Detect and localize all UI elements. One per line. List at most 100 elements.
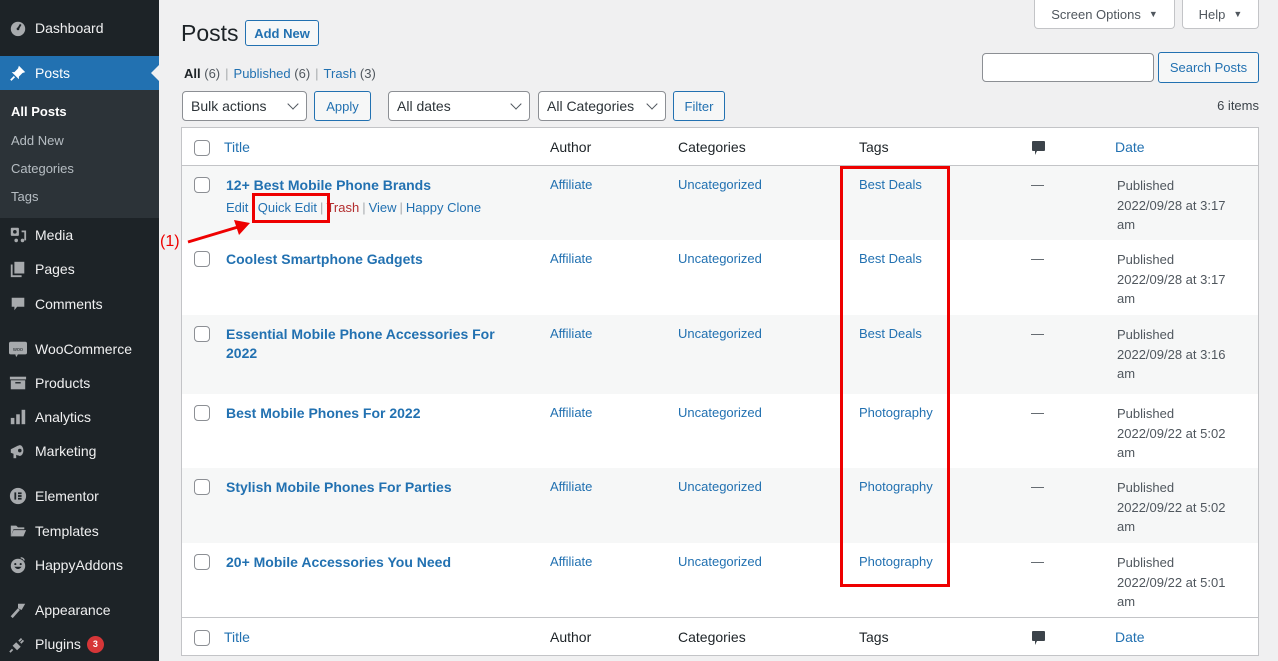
author-link[interactable]: Affiliate: [550, 554, 592, 569]
select-all-checkbox-footer[interactable]: [194, 630, 210, 646]
categories-filter-select[interactable]: All Categories: [538, 91, 666, 121]
sidebar-item-posts[interactable]: Posts: [0, 56, 159, 90]
category-link[interactable]: Uncategorized: [678, 251, 762, 266]
sidebar-item-media[interactable]: Media: [0, 218, 159, 252]
sidebar-item-plugins[interactable]: Plugins 3: [0, 627, 159, 661]
select-all-checkbox[interactable]: [194, 140, 210, 156]
posts-table: Title Author Categories Tags Date 12+ Be…: [181, 127, 1259, 656]
comment-count: —: [1031, 405, 1044, 420]
comment-bubble-icon: [1031, 140, 1046, 159]
dates-filter-select[interactable]: All dates: [388, 91, 530, 121]
comment-count: —: [1031, 554, 1044, 569]
sidebar-item-woocommerce[interactable]: woo WooCommerce: [0, 332, 159, 366]
media-icon: [8, 225, 28, 245]
archive-box-icon: [8, 373, 28, 393]
tags-highlight-box: [840, 166, 950, 587]
sidebar-item-marketing[interactable]: Marketing: [0, 434, 159, 468]
category-link[interactable]: Uncategorized: [678, 177, 762, 192]
sidebar-item-elementor[interactable]: Elementor: [0, 479, 159, 513]
column-title-sort[interactable]: Title: [224, 139, 250, 155]
column-author-footer: Author: [550, 629, 592, 645]
post-date: Published 2022/09/28 at 3:16 am: [1117, 325, 1252, 384]
category-link[interactable]: Uncategorized: [678, 554, 762, 569]
sidebar-item-comments[interactable]: Comments: [0, 287, 159, 321]
row-checkbox[interactable]: [194, 251, 210, 267]
author-link[interactable]: Affiliate: [550, 251, 592, 266]
caret-down-icon: ▼: [1148, 9, 1158, 19]
post-title-link[interactable]: Coolest Smartphone Gadgets: [226, 250, 516, 269]
category-link[interactable]: Uncategorized: [678, 326, 762, 341]
apply-button[interactable]: Apply: [314, 91, 371, 121]
page-title: Posts: [181, 20, 239, 46]
post-datetime: 2022/09/22 at 5:02: [1117, 425, 1226, 441]
post-status: Published: [1117, 406, 1175, 421]
category-link[interactable]: Uncategorized: [678, 479, 762, 494]
author-link[interactable]: Affiliate: [550, 177, 592, 192]
sidebar-item-dashboard[interactable]: Dashboard: [0, 11, 159, 45]
categories-filter-value: All Categories: [547, 98, 635, 114]
submenu-all-posts[interactable]: All Posts: [11, 104, 67, 119]
row-checkbox[interactable]: [194, 177, 210, 193]
filter-button[interactable]: Filter: [673, 91, 725, 121]
row-checkbox[interactable]: [194, 405, 210, 421]
column-date-sort[interactable]: Date: [1115, 139, 1145, 155]
annotation-arrow-icon: [187, 220, 250, 244]
add-new-button[interactable]: Add New: [245, 20, 319, 46]
happy-face-icon: [8, 555, 28, 575]
row-checkbox[interactable]: [194, 326, 210, 342]
submenu-tags[interactable]: Tags: [11, 189, 38, 204]
screen-options-button[interactable]: Screen Options ▼: [1034, 0, 1175, 29]
trash-link[interactable]: Trash: [326, 200, 359, 215]
view-trash-count: (3): [359, 66, 376, 81]
sidebar-item-label: Templates: [35, 523, 99, 539]
table-row: Best Mobile Phones For 2022 Affiliate Unca…: [182, 394, 1258, 468]
post-ampm: am: [1117, 445, 1136, 460]
author-link[interactable]: Affiliate: [550, 479, 592, 494]
submenu-categories[interactable]: Categories: [11, 161, 74, 176]
view-published-link[interactable]: Published: [234, 66, 291, 81]
post-title-link[interactable]: Essential Mobile Phone Accessories For 2…: [226, 325, 516, 363]
view-trash-link[interactable]: Trash: [324, 66, 357, 81]
category-link[interactable]: Uncategorized: [678, 405, 762, 420]
author-link[interactable]: Affiliate: [550, 405, 592, 420]
column-date-sort-footer[interactable]: Date: [1115, 629, 1145, 645]
column-tags: Tags: [859, 139, 889, 155]
row-checkbox[interactable]: [194, 554, 210, 570]
sidebar-item-pages[interactable]: Pages: [0, 252, 159, 286]
happy-clone-link[interactable]: Happy Clone: [406, 200, 481, 215]
dashboard-icon: [8, 18, 28, 38]
bulk-actions-select[interactable]: Bulk actions: [182, 91, 307, 121]
post-date: Published 2022/09/28 at 3:17 am: [1117, 250, 1252, 309]
post-status: Published: [1117, 178, 1175, 193]
row-checkbox[interactable]: [194, 479, 210, 495]
post-status: Published: [1117, 252, 1175, 267]
sidebar-item-appearance[interactable]: Appearance: [0, 593, 159, 627]
edit-link[interactable]: Edit: [226, 200, 248, 215]
post-title-link[interactable]: Best Mobile Phones For 2022: [226, 404, 516, 423]
sidebar-item-happyaddons[interactable]: HappyAddons: [0, 548, 159, 582]
woo-icon: woo: [8, 339, 28, 359]
search-posts-input[interactable]: [982, 53, 1154, 82]
search-posts-button[interactable]: Search Posts: [1158, 52, 1259, 83]
sidebar-item-products[interactable]: Products: [0, 366, 159, 400]
post-title-link[interactable]: 20+ Mobile Accessories You Need: [226, 553, 516, 572]
chevron-down-icon: [646, 98, 658, 110]
sidebar-item-label: Comments: [35, 296, 103, 312]
items-count: 6 items: [1217, 98, 1259, 113]
table-row: Essential Mobile Phone Accessories For 2…: [182, 315, 1258, 394]
admin-sidebar: Dashboard Posts All Posts Add New Catego…: [0, 0, 159, 661]
post-datetime: 2022/09/28 at 3:16: [1117, 346, 1226, 362]
column-title-sort-footer[interactable]: Title: [224, 629, 250, 645]
author-link[interactable]: Affiliate: [550, 326, 592, 341]
table-row: 20+ Mobile Accessories You Need Affiliate…: [182, 543, 1258, 617]
view-link[interactable]: View: [369, 200, 397, 215]
comment-bubble-icon: [1031, 630, 1046, 649]
submenu-add-new[interactable]: Add New: [11, 133, 64, 148]
post-title-link[interactable]: Stylish Mobile Phones For Parties: [226, 478, 516, 497]
view-all-count: (6): [204, 66, 221, 81]
view-all-link[interactable]: All: [184, 66, 201, 81]
help-button[interactable]: Help ▼: [1182, 0, 1259, 29]
sidebar-item-templates[interactable]: Templates: [0, 514, 159, 548]
sidebar-item-label: WooCommerce: [35, 341, 132, 357]
sidebar-item-analytics[interactable]: Analytics: [0, 400, 159, 434]
